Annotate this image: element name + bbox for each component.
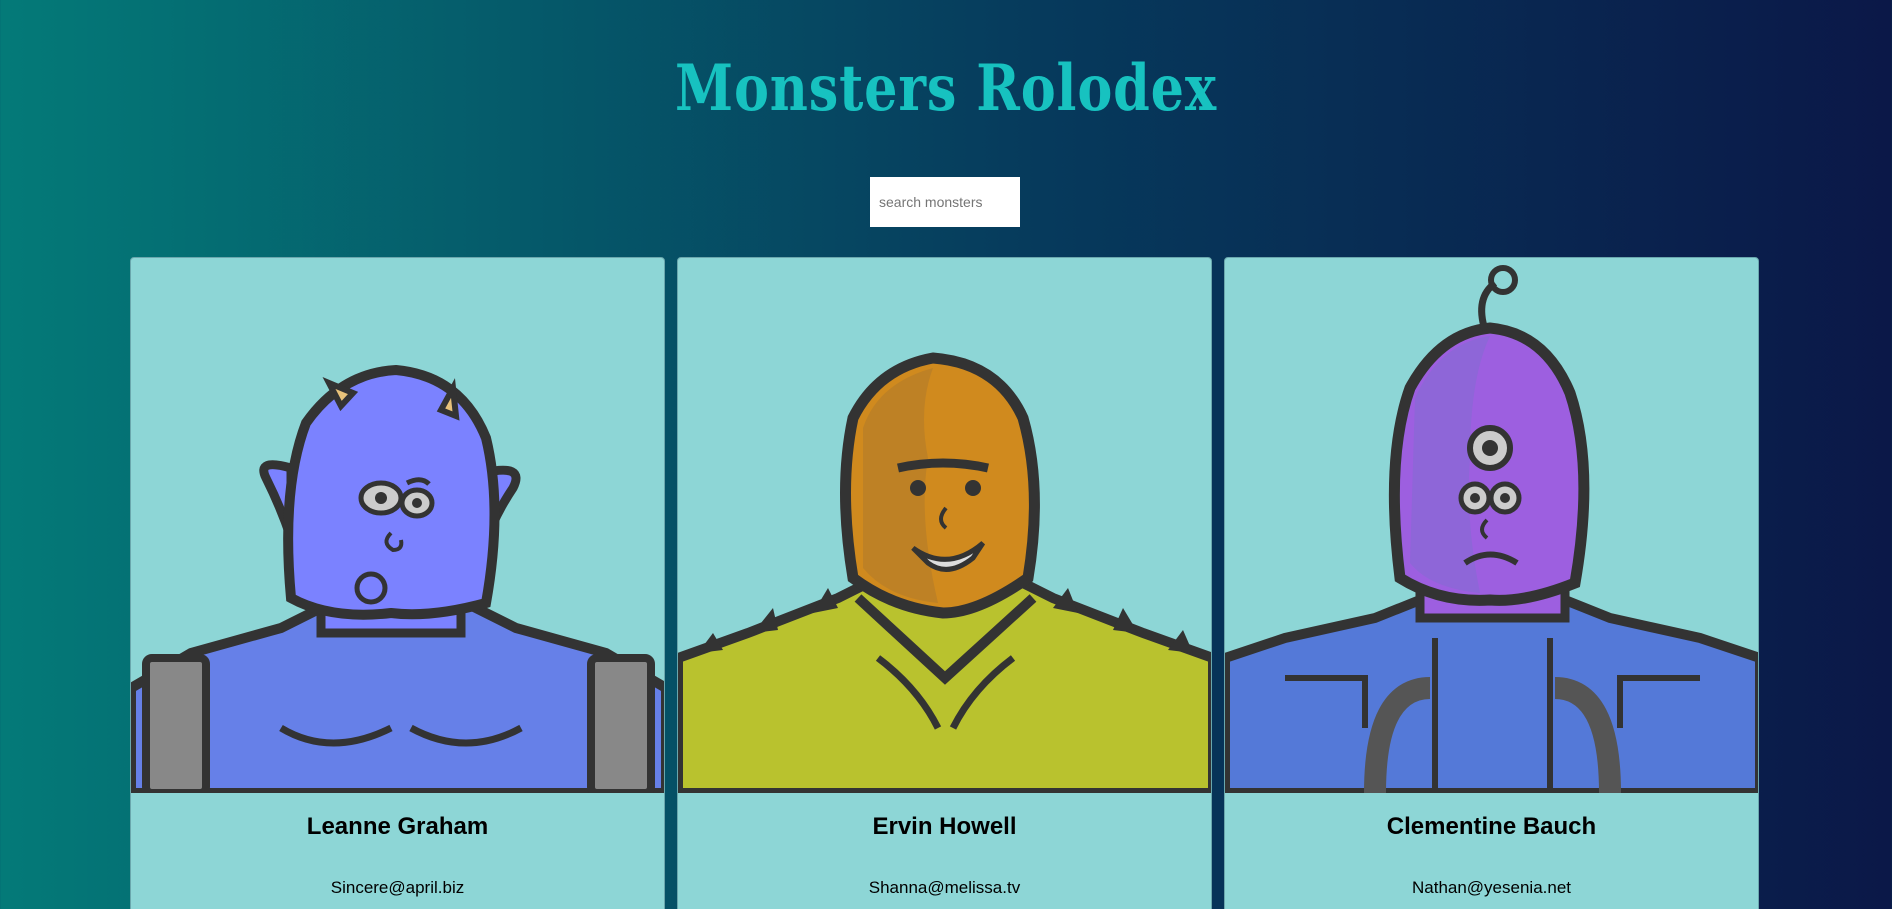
search-input[interactable] [870,177,1020,227]
monster-email: Nathan@yesenia.net [1411,878,1572,897]
monster-card[interactable]: Clementine Bauch Nathan@yesenia.net [1224,257,1759,909]
monster-avatar [131,364,664,793]
monster-avatar [1225,265,1758,793]
monster-name: Leanne Graham [306,813,489,840]
monster-name: Clementine Bauch [1386,813,1597,840]
monster-avatar [678,352,1211,793]
monster-card[interactable]: Ervin Howell Shanna@melissa.tv [677,257,1212,909]
monster-email: Sincere@april.biz [330,878,465,897]
monster-card[interactable]: Leanne Graham Sincere@april.biz [130,257,665,909]
monster-name: Ervin Howell [872,813,1017,840]
page-title: Monsters Rolodex [675,51,1217,126]
monster-email: Shanna@melissa.tv [868,878,1021,897]
